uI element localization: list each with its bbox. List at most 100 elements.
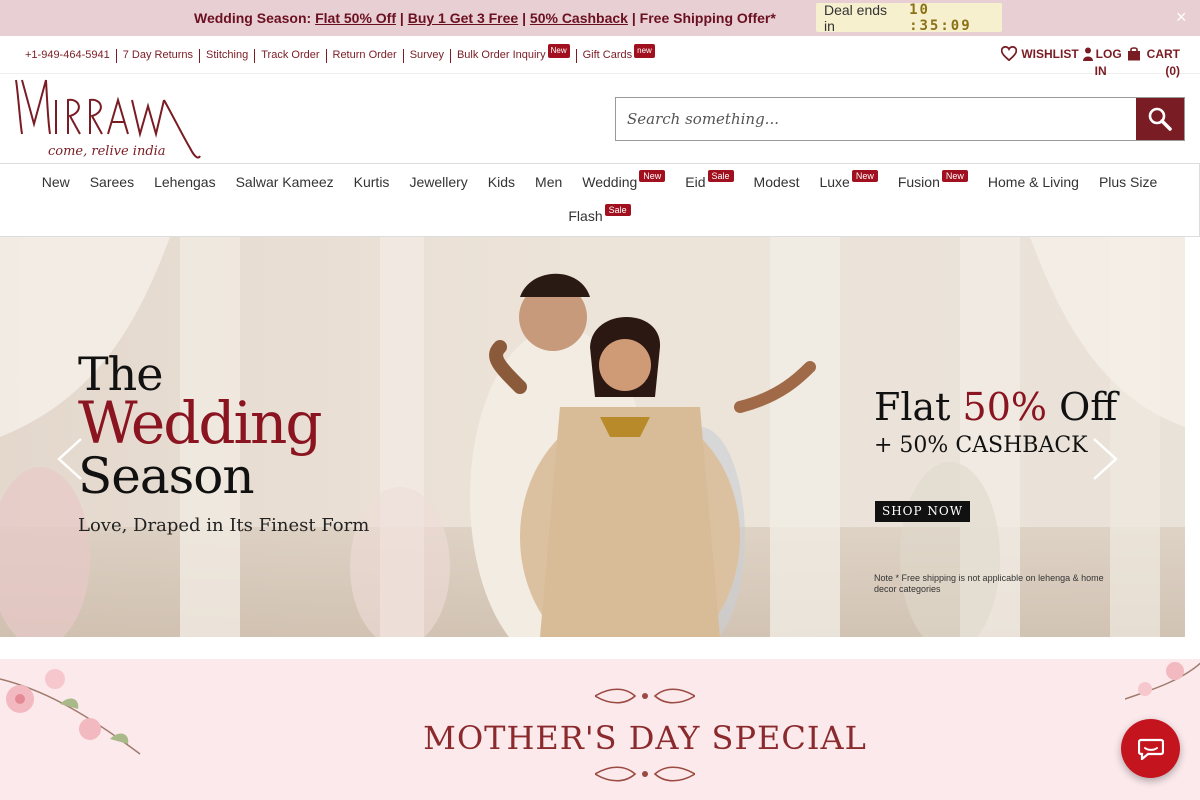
close-icon[interactable]: × xyxy=(1176,7,1187,28)
shop-now-button[interactable]: SHOP NOW xyxy=(875,501,971,522)
nav-item-label: Lehengas xyxy=(154,174,216,190)
utility-link[interactable]: Bulk Order Inquiry New xyxy=(451,44,577,63)
nav-row: Flash Sale xyxy=(0,204,1199,224)
nav-item-label: Kurtis xyxy=(353,174,390,190)
promo-link-flat-off[interactable]: Flat 50% Off xyxy=(315,10,396,26)
utility-link[interactable]: +1-949-464-5941 xyxy=(25,49,117,63)
nav-item-label: Jewellery xyxy=(409,174,468,190)
hero-title-line3: Season xyxy=(78,447,255,505)
utility-link-label: Track Order xyxy=(261,49,320,61)
utility-link-label: +1-949-464-5941 xyxy=(25,49,110,61)
site-logo[interactable]: come, relive india xyxy=(14,78,204,162)
login-label-line1: LOG xyxy=(1095,47,1122,61)
nav-item-lehengas[interactable]: Lehengas xyxy=(144,174,226,190)
new-badge: New xyxy=(941,170,968,182)
nav-item-modest[interactable]: Modest xyxy=(744,174,810,190)
nav-item-label: Fusion xyxy=(897,174,940,190)
sale-badge: Sale xyxy=(707,170,734,182)
hero-subtitle: Love, Draped in Its Finest Form xyxy=(78,515,370,536)
hero-banner[interactable]: The Wedding Season Love, Draped in Its F… xyxy=(0,237,1185,637)
utility-link-label: Gift Cards xyxy=(582,49,633,61)
promo-link-cashback[interactable]: 50% Cashback xyxy=(530,10,628,26)
site-header: come, relive india xyxy=(0,75,1200,163)
new-badge: New xyxy=(547,44,570,58)
offer-percent: 50% xyxy=(962,385,1048,429)
nav-item-label: Sarees xyxy=(89,174,135,190)
nav-row: New Sarees Lehengas Salwar Kameez Kurtis Jewe… xyxy=(0,170,1199,190)
chat-icon xyxy=(1137,738,1164,760)
user-icon xyxy=(1082,47,1093,61)
nav-item-men[interactable]: Men xyxy=(525,174,572,190)
cart-label: CART xyxy=(1146,47,1180,61)
utility-link[interactable]: Survey xyxy=(404,49,451,63)
nav-item-eid[interactable]: Eid Sale xyxy=(675,170,743,190)
heart-icon xyxy=(1001,46,1018,61)
utility-link-label: Return Order xyxy=(332,49,397,61)
utility-link[interactable]: 7 Day Returns xyxy=(117,49,201,63)
nav-item-label: Wedding xyxy=(582,174,638,190)
ornament-top-icon xyxy=(595,688,695,704)
nav-item-label: Modest xyxy=(753,174,800,190)
chat-button[interactable] xyxy=(1121,719,1180,778)
utility-link-label: Stitching xyxy=(206,49,249,61)
nav-item-label: Salwar Kameez xyxy=(235,174,334,190)
nav-item-label: New xyxy=(41,174,70,190)
offer-suffix: Off xyxy=(1059,385,1118,429)
mothers-day-section: MOTHER'S DAY SPECIAL xyxy=(0,659,1200,800)
nav-item-label: Flash xyxy=(568,208,603,224)
nav-item-fusion[interactable]: Fusion New xyxy=(888,170,978,190)
nav-item-label: Luxe xyxy=(819,174,850,190)
new-badge: New xyxy=(851,170,878,182)
flower-decoration-icon xyxy=(1125,662,1200,700)
wishlist-label: WISHLIST xyxy=(1021,46,1079,61)
utility-links: +1-949-464-5941 7 Day Returns Stitching Tra… xyxy=(25,44,661,63)
nav-item-jewellery[interactable]: Jewellery xyxy=(399,174,477,190)
nav-item-label: Kids xyxy=(487,174,516,190)
chevron-left-icon[interactable] xyxy=(55,437,85,481)
nav-item-home-living[interactable]: Home & Living xyxy=(978,174,1089,190)
search-input[interactable] xyxy=(616,98,1136,140)
nav-item-flash[interactable]: Flash Sale xyxy=(558,204,640,224)
promo-suffix: | Free Shipping Offer* xyxy=(631,10,776,26)
search-icon xyxy=(1148,107,1172,131)
promo-text: Wedding Season: Flat 50% Off | Buy 1 Get… xyxy=(194,10,776,26)
search-button[interactable] xyxy=(1136,98,1184,140)
deal-countdown: Deal ends in 10 :35:09 xyxy=(816,1,1002,34)
new-badge: New xyxy=(639,170,666,182)
nav-item-new[interactable]: New xyxy=(32,174,80,190)
chevron-right-icon[interactable] xyxy=(1090,437,1120,481)
promo-prefix: Wedding Season: xyxy=(194,10,312,26)
utility-link[interactable]: Gift Cards new xyxy=(577,44,661,63)
nav-item-kurtis[interactable]: Kurtis xyxy=(344,174,400,190)
utility-link-label: Bulk Order Inquiry xyxy=(456,49,546,61)
utility-link-label: Survey xyxy=(409,49,444,61)
new-badge: new xyxy=(634,44,655,58)
nav-item-label: Home & Living xyxy=(987,174,1079,190)
nav-item-salwar-kameez[interactable]: Salwar Kameez xyxy=(226,174,344,190)
ornament-bottom-icon xyxy=(595,766,695,782)
utility-link[interactable]: Track Order xyxy=(255,49,327,63)
utility-link[interactable]: Stitching xyxy=(200,49,256,63)
hero-note: Note * Free shipping is not applicable o… xyxy=(874,573,1104,594)
nav-item-luxe[interactable]: Luxe New xyxy=(809,170,887,190)
nav-item-wedding[interactable]: Wedding New xyxy=(572,170,675,190)
nav-item-sarees[interactable]: Sarees xyxy=(80,174,144,190)
utility-link[interactable]: Return Order xyxy=(327,49,404,63)
promo-separator: | xyxy=(522,10,527,26)
shopping-bag-icon xyxy=(1127,47,1140,61)
hero-offer-cashback: + 50% CASHBACK xyxy=(874,433,1088,458)
promo-bar: Wedding Season: Flat 50% Off | Buy 1 Get… xyxy=(0,0,1200,36)
nav-item-label: Eid xyxy=(685,174,706,190)
logo-tagline: come, relive india xyxy=(48,144,166,159)
nav-item-kids[interactable]: Kids xyxy=(478,174,525,190)
main-nav: New Sarees Lehengas Salwar Kameez Kurtis Jewe… xyxy=(0,163,1200,237)
utility-link-label: 7 Day Returns xyxy=(122,49,194,61)
wishlist-link[interactable]: WISHLIST xyxy=(1001,46,1079,61)
hero-offer-headline: Flat 50% Off xyxy=(874,385,1117,429)
nav-item-label: Plus Size xyxy=(1098,174,1158,190)
deal-timer: 10 :35:09 xyxy=(909,1,972,34)
section-title: MOTHER'S DAY SPECIAL xyxy=(423,719,867,757)
nav-item-label: Men xyxy=(535,174,563,190)
promo-link-buy-get[interactable]: Buy 1 Get 3 Free xyxy=(408,10,519,26)
nav-item-plus-size[interactable]: Plus Size xyxy=(1089,174,1167,190)
